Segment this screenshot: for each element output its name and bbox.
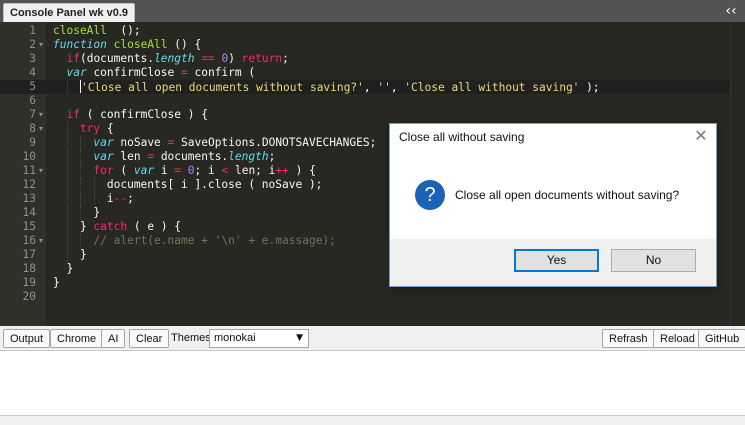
indent-guide [80,150,81,164]
line-number: 8 [29,122,36,135]
line-number: 3 [29,52,36,65]
output-area[interactable] [0,350,745,416]
indent-guide [66,248,68,262]
dialog-footer: Yes No [390,239,716,286]
indent-guide [93,192,95,206]
line-number: 10 [22,150,36,163]
code-text: var noSave = SaveOptions.DONOTSAVECHANGE… [93,136,377,149]
indent-guide [80,206,81,220]
fold-toggle-icon[interactable]: ▾ [39,234,47,248]
line-number: 17 [22,248,36,261]
fold-toggle-icon[interactable]: ▾ [39,122,47,136]
indent-guide [66,234,68,248]
line-number: 13 [22,192,36,205]
code-line[interactable]: 4 var confirmClose = confirm ( [0,66,745,80]
indent-guide [66,206,68,220]
code-text: for ( var i = 0; i < len; i++ ) { [93,164,316,177]
code-line[interactable]: 6 [0,94,745,108]
line-number: 16 [22,234,36,247]
toolbar: Output Chrome AI Clear Themes monokai ▼ … [0,326,745,350]
line-number: 6 [29,94,36,107]
indent-guide [80,136,81,150]
code-line[interactable]: 20 [0,290,745,304]
code-text: if ( confirmClose ) { [66,108,208,121]
indent-guide [80,192,81,206]
indent-guide [66,164,68,178]
indent-guide [80,164,81,178]
code-line[interactable]: 5 'Close all open documents without savi… [0,80,745,94]
code-text: closeAll (); [53,24,141,37]
indent-guide [66,136,68,150]
code-text: function closeAll () { [53,38,202,51]
code-line[interactable]: 2 ▾ function closeAll () { [0,38,745,52]
line-number: 19 [22,276,36,289]
code-text: try { [79,122,114,135]
reload-button[interactable]: Reload [653,329,702,348]
indent-guide [66,150,68,164]
fold-toggle-icon[interactable]: ▾ [39,38,47,52]
code-text: // alert(e.name + '\n' + e.massage); [93,234,336,247]
line-number: 2 [29,38,36,51]
code-text: var len = documents.length; [93,150,276,163]
line-number: 14 [22,206,36,219]
github-button[interactable]: GitHub [698,329,745,348]
yes-button[interactable]: Yes [514,249,599,272]
line-number: 18 [22,262,36,275]
line-number: 20 [22,290,36,303]
panel-header: Console Panel wk v0.9 ‹‹ [0,0,745,23]
indent-guide [66,192,68,206]
indent-guide [66,80,68,94]
dialog-title: Close all without saving [399,130,525,144]
line-number: 15 [22,220,36,233]
line-number: 7 [29,108,36,121]
collapse-panel-icon[interactable]: ‹‹ [723,2,739,20]
panel-tab-title[interactable]: Console Panel wk v0.9 [3,3,135,23]
code-text: } [53,206,101,219]
code-line[interactable]: 1 closeAll (); [0,24,745,38]
close-icon[interactable]: ✕ [692,127,710,145]
code-text: } catch ( e ) { [53,220,181,233]
themes-select-value: monokai [214,332,256,344]
ai-button[interactable]: AI [101,329,126,348]
dialog-message: Close all open documents without saving? [455,188,680,202]
clear-button[interactable]: Clear [129,329,170,348]
chrome-button[interactable]: Chrome [50,329,104,348]
indent-guide [66,178,68,192]
fold-toggle-icon[interactable]: ▾ [39,108,47,122]
output-button[interactable]: Output [3,329,51,348]
code-text: if(documents.length == 0) return; [66,52,289,65]
code-line[interactable]: 3 if(documents.length == 0) return; [0,52,745,66]
indent-guide [66,122,68,136]
indent-guide [80,178,81,192]
indent-guide [66,220,68,234]
dropdown-arrow-icon: ▼ [296,333,303,343]
code-text: 'Close all open documents without saving… [79,80,600,94]
themes-label: Themes [171,332,211,344]
confirm-dialog: Close all without saving ✕ ? Close all o… [389,123,717,287]
code-line[interactable]: 7 ▾ if ( confirmClose ) { [0,108,745,122]
indent-guide [80,234,81,248]
line-number: 9 [29,136,36,149]
no-button[interactable]: No [611,249,696,272]
indent-guide [93,178,95,192]
refresh-button[interactable]: Refrash [602,329,655,348]
question-icon: ? [415,180,445,210]
code-text: } [53,262,74,275]
editor-vertical-scrollbar[interactable] [730,22,745,326]
line-number: 11 [22,164,36,177]
code-text: } [53,276,60,289]
code-text: var confirmClose = confirm ( [66,66,256,79]
themes-select[interactable]: monokai ▼ [209,329,309,348]
line-number: 1 [29,24,36,37]
line-number: 5 [29,80,36,93]
code-text: } [53,248,87,261]
fold-toggle-icon[interactable]: ▾ [39,164,47,178]
line-number: 4 [29,66,36,79]
line-number: 12 [22,178,36,191]
